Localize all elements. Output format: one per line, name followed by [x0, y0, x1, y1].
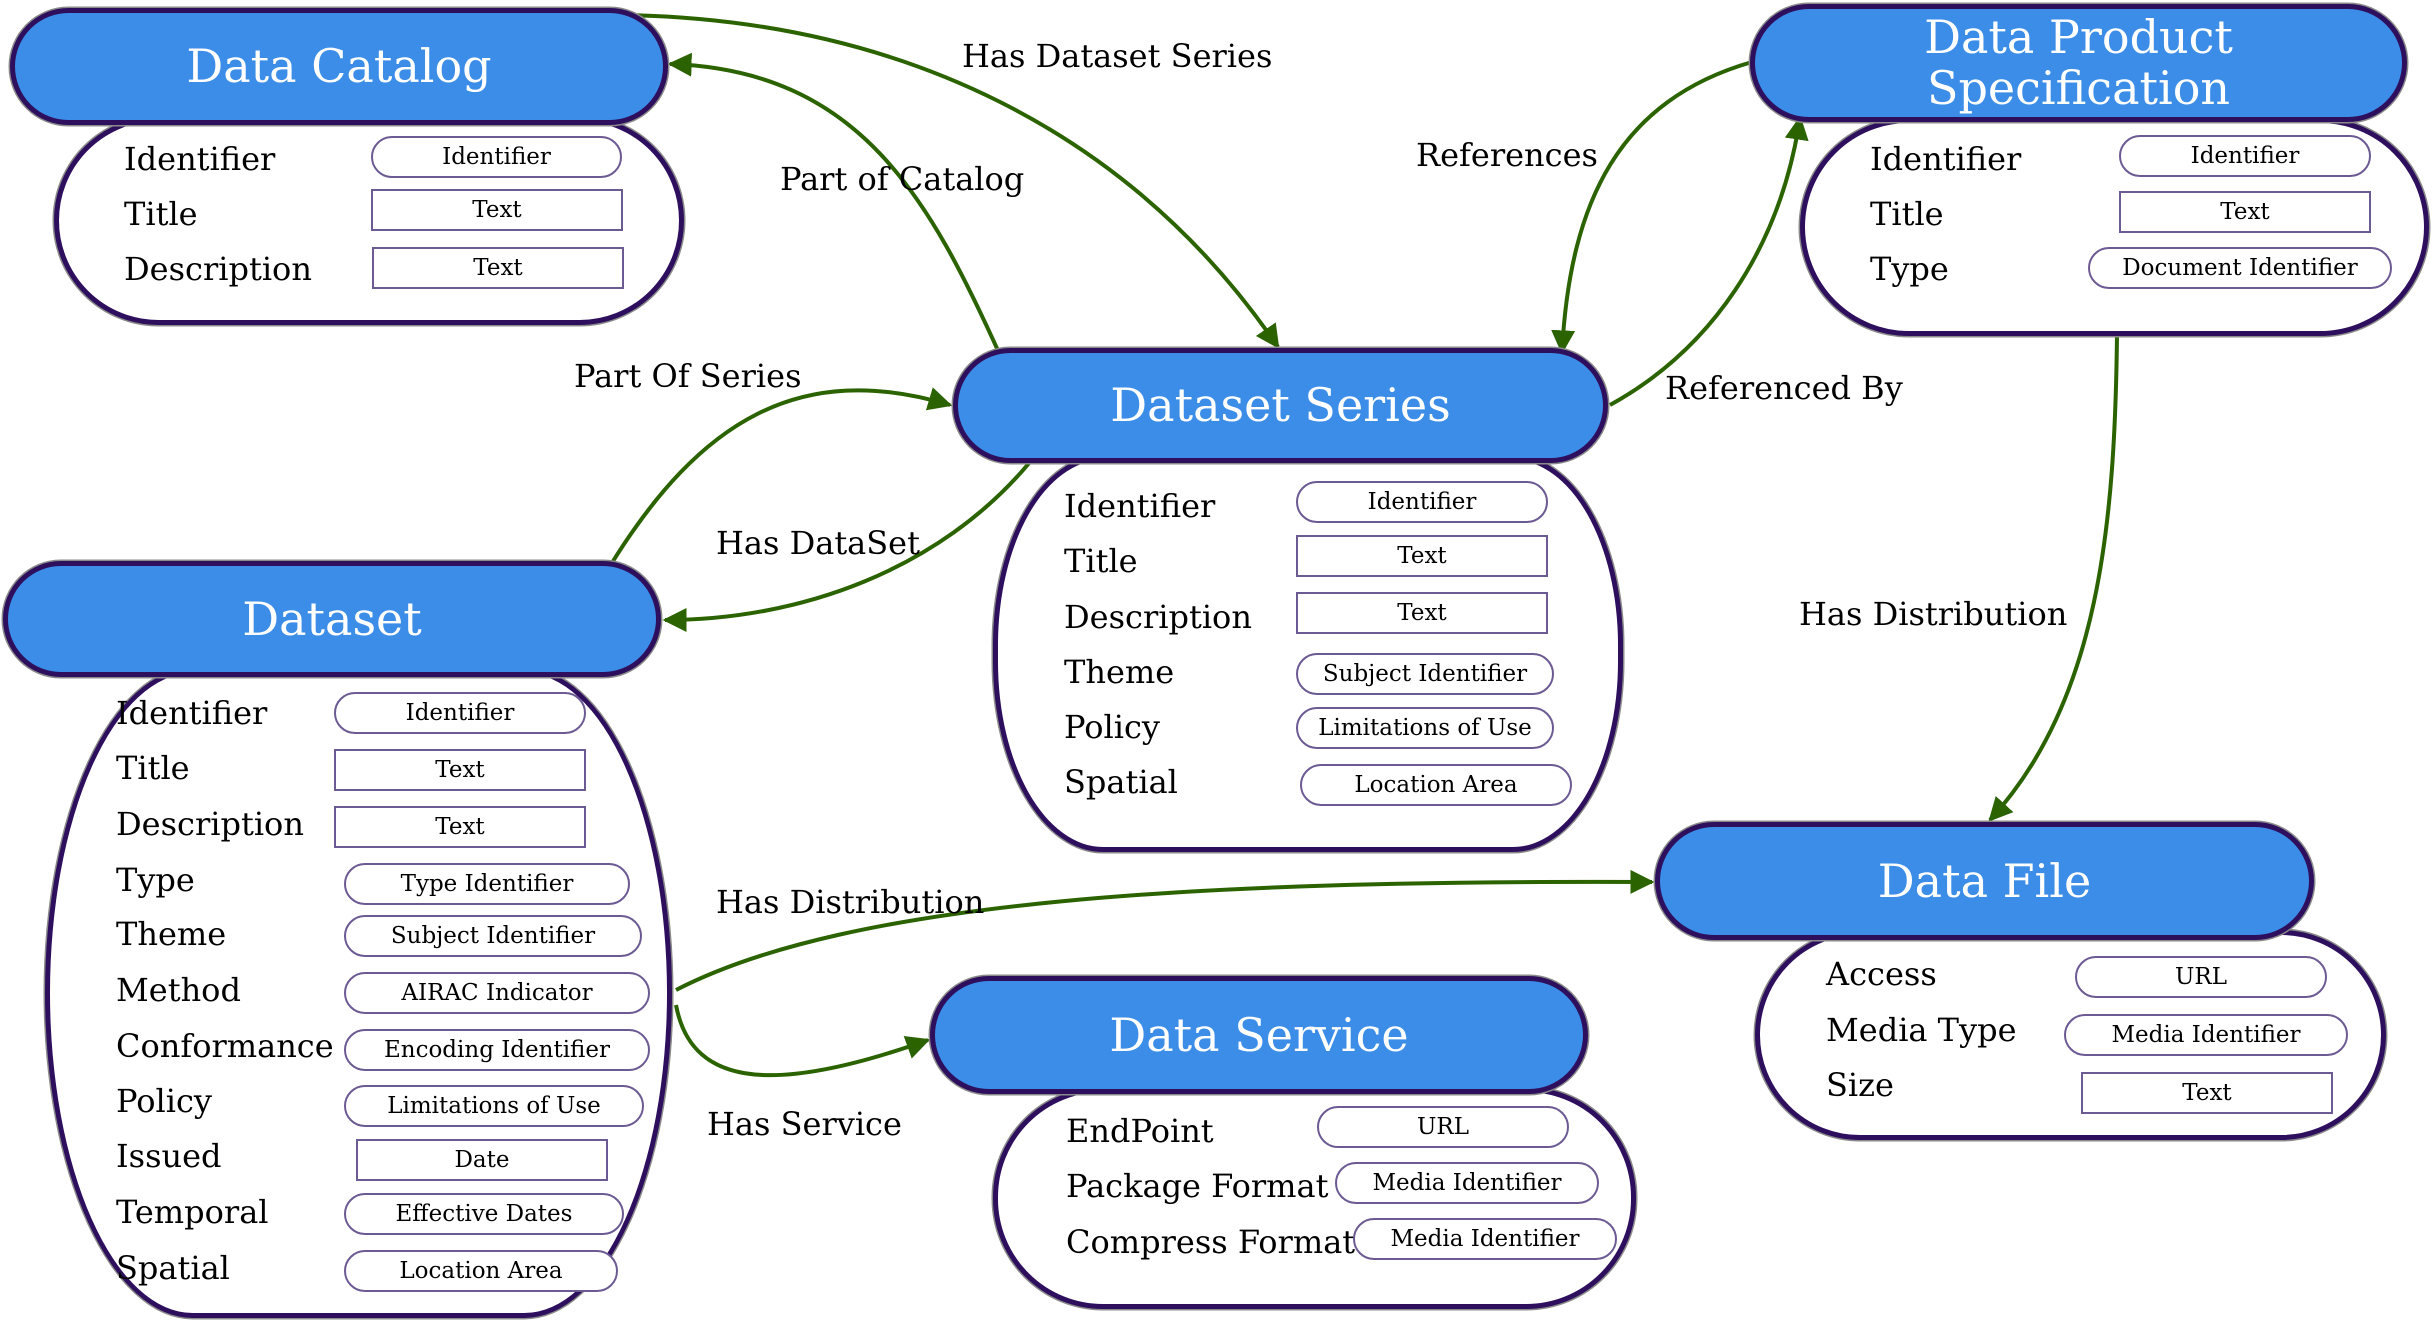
edge-label-has-service: Has Service	[707, 1105, 902, 1143]
field-value: Effective Dates	[344, 1193, 624, 1235]
field-value: Text	[372, 247, 624, 289]
field-label: Type	[116, 861, 195, 899]
field-label: Access	[1826, 955, 1937, 993]
edge-has-service	[674, 1004, 931, 1078]
field-value: Text	[2081, 1072, 2333, 1114]
field-label: Type	[1870, 250, 1949, 288]
field-label: Size	[1826, 1066, 1894, 1104]
field-value: Subject Identifier	[344, 915, 642, 957]
field-value: Limitations of Use	[344, 1085, 644, 1127]
field-label: Title	[124, 195, 198, 233]
node-header[interactable]: Data Service	[930, 976, 1588, 1094]
field-value: Identifier	[334, 692, 586, 734]
edge-label-has-dataset-series: Has Dataset Series	[962, 37, 1273, 75]
field-label: Spatial	[116, 1249, 230, 1287]
field-label: Title	[1870, 195, 1944, 233]
field-label: Issued	[116, 1137, 222, 1175]
field-value: Identifier	[1296, 481, 1548, 523]
node-header[interactable]: Dataset Series	[953, 348, 1608, 463]
edge-label-referenced-by: Referenced By	[1665, 369, 1903, 407]
edge-label-has-dataset: Has DataSet	[716, 524, 920, 562]
node-header[interactable]: Data File	[1655, 822, 2314, 940]
edge-label-references: References	[1416, 136, 1598, 174]
field-label: Identifier	[1870, 140, 2022, 178]
field-value: Document Identifier	[2088, 247, 2392, 289]
field-value: URL	[1317, 1106, 1569, 1148]
node-header[interactable]: Dataset	[3, 561, 661, 677]
field-label: Compress Format	[1066, 1223, 1356, 1261]
node-title: Data Catalog	[186, 39, 492, 94]
field-label: Identifier	[1064, 487, 1216, 525]
field-value: Media Identifier	[2064, 1014, 2348, 1056]
field-label: Identifier	[116, 694, 268, 732]
node-title: Dataset	[242, 591, 422, 646]
field-value: Date	[356, 1139, 608, 1181]
field-label: Theme	[116, 915, 227, 953]
edge-label-dataset-has-distribution: Has Distribution	[716, 883, 985, 921]
field-label: Description	[1064, 598, 1252, 636]
node-title-line1: Data Product	[1924, 10, 2233, 65]
field-value: Text	[1296, 592, 1548, 634]
edge-referenced-by	[1609, 115, 1809, 407]
field-label: EndPoint	[1066, 1112, 1214, 1150]
field-label: Media Type	[1826, 1011, 2017, 1049]
field-label: Title	[116, 749, 190, 787]
field-label: Method	[116, 971, 241, 1009]
node-header[interactable]: Data Catalog	[10, 8, 668, 125]
field-value: Media Identifier	[1353, 1218, 1617, 1260]
edge-label-spec-has-distribution: Has Distribution	[1799, 595, 2068, 633]
node-title: Data Service	[1109, 1007, 1409, 1062]
field-label: Theme	[1064, 653, 1175, 691]
field-label: Conformance	[116, 1027, 334, 1065]
field-value: Identifier	[2119, 135, 2371, 177]
field-label: Description	[116, 805, 304, 843]
field-value: Text	[334, 749, 586, 791]
node-title-line2: Specification	[1926, 61, 2231, 115]
node-title: Data File	[1877, 853, 2092, 908]
field-label: Identifier	[124, 140, 276, 178]
node-title: Dataset Series	[1110, 378, 1451, 433]
field-value: Identifier	[371, 136, 622, 178]
node-header[interactable]: Data Product Specification	[1750, 4, 2407, 122]
field-label: Spatial	[1064, 763, 1178, 801]
field-value: Text	[334, 806, 586, 848]
field-value: Type Identifier	[344, 863, 630, 905]
field-value: Text	[371, 189, 623, 231]
field-value: Encoding Identifier	[344, 1029, 650, 1071]
field-label: Temporal	[116, 1193, 269, 1231]
field-label: Title	[1064, 542, 1138, 580]
field-label: Policy	[116, 1082, 212, 1120]
field-value: Media Identifier	[1335, 1162, 1599, 1204]
field-label: Policy	[1064, 708, 1160, 746]
field-value: Subject Identifier	[1296, 653, 1554, 695]
field-value: Location Area	[1300, 764, 1572, 806]
field-value: Limitations of Use	[1296, 707, 1554, 749]
field-value: URL	[2075, 956, 2327, 998]
edge-label-part-of-catalog: Part of Catalog	[780, 160, 1025, 198]
edge-part-of-catalog	[667, 52, 1002, 356]
edge-label-part-of-series: Part Of Series	[574, 357, 802, 395]
field-value: AIRAC Indicator	[344, 972, 650, 1014]
edge-spec-has-distribution	[1988, 333, 2119, 822]
field-value: Location Area	[344, 1250, 618, 1292]
field-label: Description	[124, 250, 312, 288]
field-label: Package Format	[1066, 1167, 1329, 1205]
field-value: Text	[1296, 535, 1548, 577]
field-value: Text	[2119, 191, 2371, 233]
